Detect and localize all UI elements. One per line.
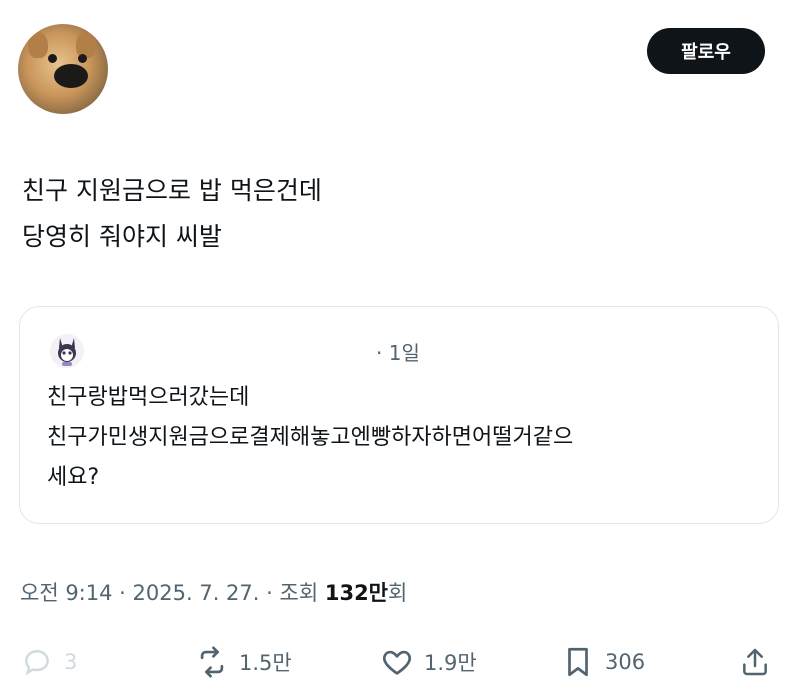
retweet-icon bbox=[195, 645, 229, 679]
meta-separator: · bbox=[266, 581, 273, 605]
tweet-text: 친구 지원금으로 밥 먹은건데 당영히 줘야지 씨발 bbox=[22, 168, 322, 260]
reply-icon bbox=[20, 645, 54, 679]
views-count: 132만 bbox=[324, 581, 388, 605]
avatar-nose bbox=[54, 64, 88, 88]
tweet-meta: 오전 9:14 · 2025. 7. 27. · 조회 132만회 bbox=[20, 577, 407, 607]
quoted-tweet-time: · 1일 bbox=[376, 341, 420, 365]
retweet-count: 1.5만 bbox=[239, 651, 292, 675]
quoted-author-avatar[interactable] bbox=[50, 334, 84, 368]
like-button[interactable]: 1.9만 bbox=[380, 640, 477, 684]
tweet-line-2: 당영히 줘야지 씨발 bbox=[22, 222, 222, 251]
quoted-tweet-text: 친구랑밥먹으러갔는데 친구가민생지원금으로결제해놓고엔빵하자하면어떨거같으 세요… bbox=[47, 378, 573, 498]
tweet-date[interactable]: 2025. 7. 27. bbox=[133, 581, 260, 605]
tweet-time[interactable]: 오전 9:14 bbox=[20, 581, 112, 605]
quoted-tweet[interactable]: · 1일 친구랑밥먹으러갔는데 친구가민생지원금으로결제해놓고엔빵하자하면어떨거… bbox=[19, 306, 779, 524]
quoted-line-3: 세요? bbox=[47, 465, 100, 490]
like-count: 1.9만 bbox=[424, 651, 477, 675]
tweet-line-1: 친구 지원금으로 밥 먹은건데 bbox=[22, 176, 322, 205]
author-avatar[interactable] bbox=[18, 24, 108, 114]
meta-separator: · bbox=[119, 581, 126, 605]
share-icon bbox=[738, 645, 772, 679]
retweet-button[interactable]: 1.5만 bbox=[195, 640, 292, 684]
like-icon bbox=[380, 645, 414, 679]
views-label: 조회 bbox=[279, 581, 319, 605]
reply-count: 3 bbox=[64, 650, 78, 674]
quoted-line-2: 친구가민생지원금으로결제해놓고엔빵하자하면어떨거같으 bbox=[47, 425, 574, 450]
bunny-avatar-icon bbox=[58, 338, 76, 366]
bookmark-count: 306 bbox=[605, 650, 646, 674]
quoted-line-1: 친구랑밥먹으러갔는데 bbox=[47, 385, 250, 410]
avatar-eye-right bbox=[78, 54, 87, 63]
follow-button[interactable]: 팔로우 bbox=[647, 28, 765, 74]
avatar-ear-left bbox=[28, 32, 48, 58]
bookmark-button[interactable]: 306 bbox=[561, 640, 645, 684]
action-bar: 3 1.5만 1.9만 306 bbox=[0, 640, 800, 684]
bookmark-icon bbox=[561, 645, 595, 679]
views-suffix: 회 bbox=[388, 581, 408, 605]
share-button[interactable] bbox=[738, 640, 772, 684]
reply-button[interactable]: 3 bbox=[20, 640, 77, 684]
avatar-eye-left bbox=[48, 54, 57, 63]
